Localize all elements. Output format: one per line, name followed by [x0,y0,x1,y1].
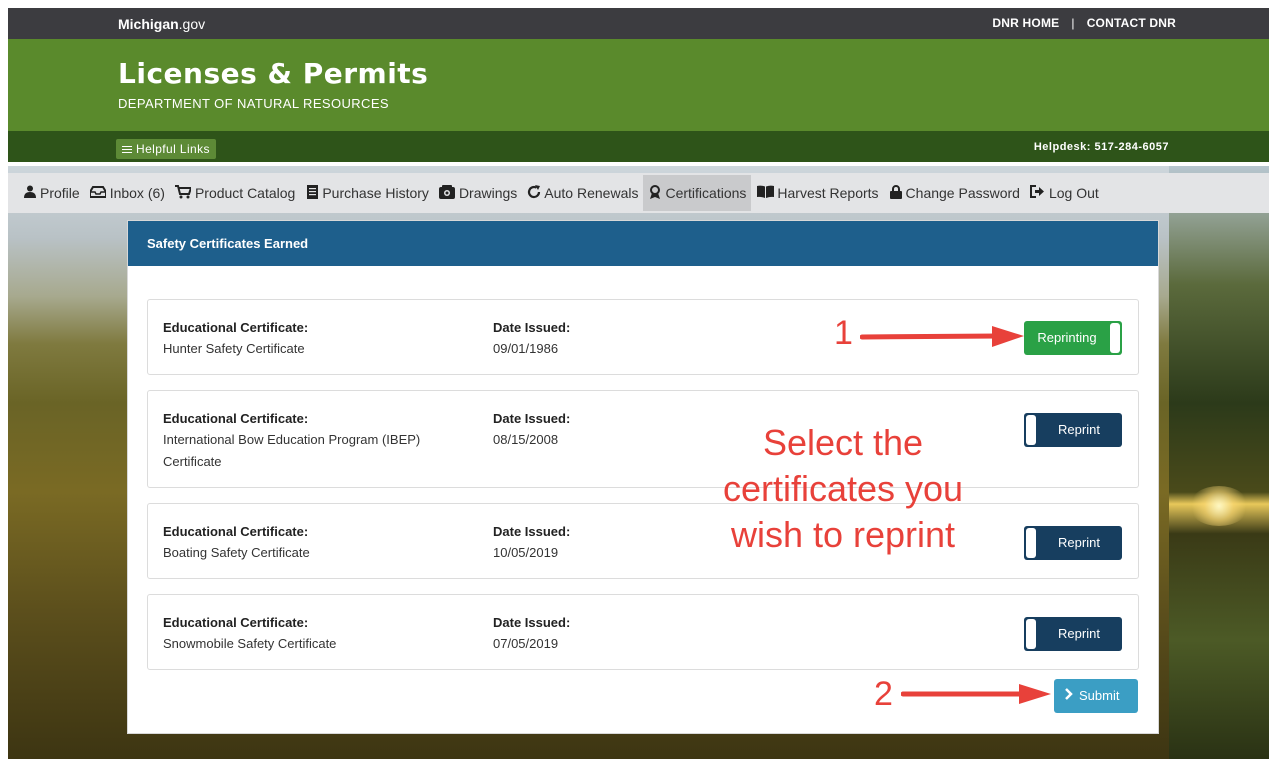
cert-label: Educational Certificate: [163,615,309,630]
nav-label-product-catalog: Product Catalog [194,185,296,201]
helpful-links-label: Helpful Links [136,142,210,156]
cart-icon [175,184,193,202]
drawings-icon [439,184,456,202]
date-label: Date Issued: [493,524,571,539]
top-bar: Michigan.gov DNR HOME | CONTACT DNR [8,8,1269,39]
nav-item-inbox[interactable]: Inbox (6) [85,175,170,211]
cert-date: 08/15/2008 [493,432,559,447]
cert-label: Educational Certificate: [163,411,309,426]
annotation-arrow-2 [901,684,1051,704]
main-nav: Profile Inbox (6) Product Catalog Purcha… [8,173,1269,213]
michigan-gov-link[interactable]: Michigan.gov [118,16,205,32]
logout-icon [1030,185,1046,201]
submit-button[interactable]: Submit [1054,679,1138,713]
site-name-bold: Michigan [118,16,179,32]
date-label: Date Issued: [493,411,571,426]
nav-label-profile: Profile [40,185,80,201]
annotation-arrow-1 [860,326,1024,347]
reprint-toggle[interactable]: Reprint [1024,413,1122,447]
nav-label-auto-renewals: Auto Renewals [544,185,639,201]
nav-label-change-password: Change Password [905,185,1020,201]
annotation-instruction: Select the certificates you wish to repr… [708,420,978,558]
document-icon [305,184,319,202]
annotation-line-2: certificates you [722,468,964,509]
cert-name-line2: Certificate [163,454,222,469]
reprint-toggle-label: Reprint [1058,626,1100,641]
helpful-links-button[interactable]: Helpful Links [116,139,216,159]
browser-page: Michigan.gov DNR HOME | CONTACT DNR Licens… [8,8,1269,759]
nav-item-drawings[interactable]: Drawings [434,175,522,211]
annotation-number-1: 1 [834,314,853,352]
nav-item-harvest-reports[interactable]: Harvest Reports [751,175,883,211]
top-links: DNR HOME | CONTACT DNR [992,16,1176,30]
reprint-toggle-label: Reprinting [1037,330,1097,345]
reprint-toggle[interactable]: Reprint [1024,617,1122,651]
nav-item-profile[interactable]: Profile [18,175,85,211]
background-trees [1169,166,1269,759]
department-subtitle: DEPARTMENT OF NATURAL RESOURCES [118,96,389,111]
dnr-home-link[interactable]: DNR HOME [992,16,1059,30]
date-label: Date Issued: [493,615,571,630]
cert-date: 10/05/2019 [493,545,559,560]
helpful-strip: Helpful Links Helpdesk: 517-284-6057 [8,131,1269,162]
inbox-icon [89,185,108,201]
cert-name: Boating Safety Certificate [163,545,310,560]
nav-item-change-password[interactable]: Change Password [884,175,1025,211]
ribbon-icon [648,184,662,202]
nav-label-harvest-reports: Harvest Reports [777,185,879,201]
cert-name: Snowmobile Safety Certificate [163,636,337,651]
certificate-row-ibep: Educational Certificate: International B… [147,390,1139,488]
top-link-separator: | [1071,16,1075,30]
contact-dnr-link[interactable]: CONTACT DNR [1087,16,1176,30]
cert-name-line1: International Bow Education Program (IBE… [163,432,421,447]
annotation-number-2: 2 [874,675,893,713]
toggle-knob [1110,323,1120,353]
reprint-toggle[interactable]: Reprint [1024,526,1122,560]
reprint-toggle-label: Reprint [1058,422,1100,437]
nav-label-log-out: Log Out [1048,185,1099,201]
reprint-toggle[interactable]: Reprinting [1024,321,1122,355]
cert-date: 09/01/1986 [493,341,559,356]
helpdesk-phone: Helpdesk: 517-284-6057 [1033,141,1169,153]
nav-label-purchase-history: Purchase History [322,185,429,201]
nav-label-drawings: Drawings [458,185,518,201]
site-name-suffix: .gov [178,16,206,32]
cert-name: Hunter Safety Certificate [163,341,305,356]
app-title[interactable]: Licenses & Permits [118,57,428,90]
book-icon [756,185,774,201]
nav-label-certifications: Certifications [665,185,747,201]
user-icon [23,185,37,201]
menu-icon [122,144,132,155]
submit-label: Submit [1079,688,1120,703]
site-header: Licenses & Permits DEPARTMENT OF NATURAL… [8,39,1269,131]
nav-label-inbox: Inbox (6) [109,185,165,201]
chevron-right-icon [1065,688,1073,703]
lock-icon [889,184,903,202]
date-label: Date Issued: [493,320,571,335]
nav-item-product-catalog[interactable]: Product Catalog [170,175,300,211]
nav-item-log-out[interactable]: Log Out [1025,175,1104,211]
nav-item-certifications[interactable]: Certifications [643,175,752,211]
nav-item-auto-renewals[interactable]: Auto Renewals [522,175,643,211]
annotation-line-3: wish to reprint [730,514,956,555]
reprint-toggle-label: Reprint [1058,535,1100,550]
certificates-panel: Safety Certificates Earned Educational C… [127,220,1159,734]
annotation-line-1: Select the [762,422,924,463]
cert-date: 07/05/2019 [493,636,559,651]
cert-label: Educational Certificate: [163,320,309,335]
cert-label: Educational Certificate: [163,524,309,539]
certificate-row-snowmobile: Educational Certificate: Snowmobile Safe… [147,594,1139,670]
refresh-icon [527,184,541,202]
nav-item-purchase-history[interactable]: Purchase History [300,175,434,211]
certificate-row-boating: Educational Certificate: Boating Safety … [147,503,1139,579]
panel-header: Safety Certificates Earned [128,221,1158,266]
sun-glow [1189,486,1249,526]
panel-title: Safety Certificates Earned [147,236,309,251]
